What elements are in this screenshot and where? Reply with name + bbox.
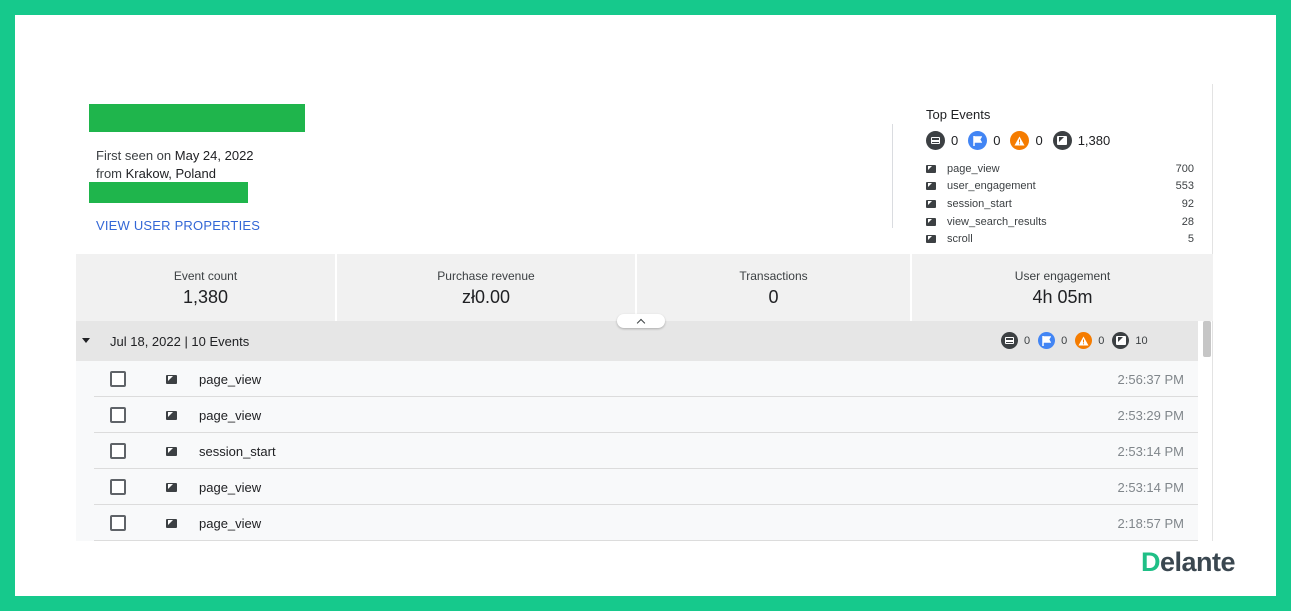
day-group-title: Jul 18, 2022 | 10 Events xyxy=(110,334,250,349)
top-event-item[interactable]: view_search_results 28 xyxy=(926,213,1194,231)
event-checkbox[interactable] xyxy=(110,371,126,387)
scrollbar-thumb[interactable] xyxy=(1203,321,1211,357)
location-text: from Krakow, Poland xyxy=(96,166,216,181)
badge-count: 0 xyxy=(1035,133,1043,148)
event-row[interactable]: page_view 2:53:29 PM xyxy=(76,397,1198,433)
metrics-band: Event count 1,380 Purchase revenue zł0.0… xyxy=(76,254,1213,321)
cursor-icon xyxy=(926,199,936,208)
window-icon xyxy=(1001,332,1018,349)
cursor-icon xyxy=(166,483,177,492)
cursor-icon xyxy=(926,235,936,244)
delante-logo: Delante xyxy=(1141,547,1236,577)
badge-count: 0 xyxy=(993,133,1001,148)
flag-icon xyxy=(1038,332,1056,349)
badge-count: 0 xyxy=(1098,334,1105,347)
event-checkbox[interactable] xyxy=(110,407,126,423)
event-row[interactable]: session_start 2:53:14 PM xyxy=(76,433,1198,469)
cursor-icon xyxy=(1052,131,1072,150)
user-explorer-card: First seen on May 24, 2022 from Krakow, … xyxy=(76,84,1213,541)
event-row[interactable]: page_view 2:18:57 PM xyxy=(76,505,1198,541)
view-user-properties-link[interactable]: VIEW USER PROPERTIES xyxy=(96,218,260,233)
cursor-icon xyxy=(926,164,936,173)
event-row[interactable]: page_view 2:53:14 PM xyxy=(76,469,1198,505)
badge-count: 1,380 xyxy=(1077,133,1111,148)
warning-icon xyxy=(1010,131,1030,150)
badge-count: 0 xyxy=(1024,334,1031,347)
day-badges: 0 0 0 10 xyxy=(1001,332,1156,349)
cursor-icon xyxy=(166,519,177,528)
metric-purchase-revenue: Purchase revenue zł0.00 xyxy=(337,254,637,321)
redacted-device-info xyxy=(89,182,248,203)
metric-transactions: Transactions 0 xyxy=(637,254,912,321)
top-event-item[interactable]: scroll 5 xyxy=(926,230,1194,248)
top-event-item[interactable]: user_engagement 553 xyxy=(926,178,1194,196)
flag-icon xyxy=(968,131,988,150)
event-list: page_view 2:56:37 PM page_view 2:53:29 P… xyxy=(76,361,1198,541)
redacted-user-id xyxy=(89,104,305,132)
top-events-badges: 0 0 0 1,380 xyxy=(926,131,1120,150)
cursor-icon xyxy=(926,217,936,226)
first-seen-text: First seen on May 24, 2022 xyxy=(96,148,254,163)
event-checkbox[interactable] xyxy=(110,443,126,459)
window-icon xyxy=(926,131,945,150)
cursor-icon xyxy=(926,182,936,191)
badge-count: 0 xyxy=(1061,334,1068,347)
metric-event-count: Event count 1,380 xyxy=(76,254,337,321)
divider xyxy=(892,124,893,228)
cursor-icon xyxy=(166,375,177,384)
top-events-title: Top Events xyxy=(926,107,991,122)
top-events-list: page_view 700 user_engagement 553 session_… xyxy=(926,160,1194,248)
cursor-icon xyxy=(1112,332,1130,349)
chevron-up-icon xyxy=(636,318,646,327)
screenshot-frame: First seen on May 24, 2022 from Krakow, … xyxy=(15,15,1276,596)
event-row[interactable]: page_view 2:56:37 PM xyxy=(76,361,1198,397)
event-checkbox[interactable] xyxy=(110,515,126,531)
cursor-icon xyxy=(166,411,177,420)
caret-down-icon[interactable] xyxy=(82,338,90,343)
top-event-item[interactable]: session_start 92 xyxy=(926,195,1194,213)
top-event-item[interactable]: page_view 700 xyxy=(926,160,1194,178)
badge-count: 0 xyxy=(951,133,959,148)
badge-count: 10 xyxy=(1135,334,1148,347)
event-checkbox[interactable] xyxy=(110,479,126,495)
warning-icon xyxy=(1075,332,1093,349)
collapse-metrics-button[interactable] xyxy=(617,314,665,328)
metric-user-engagement: User engagement 4h 05m xyxy=(1014,269,1111,307)
cursor-icon xyxy=(166,447,177,456)
